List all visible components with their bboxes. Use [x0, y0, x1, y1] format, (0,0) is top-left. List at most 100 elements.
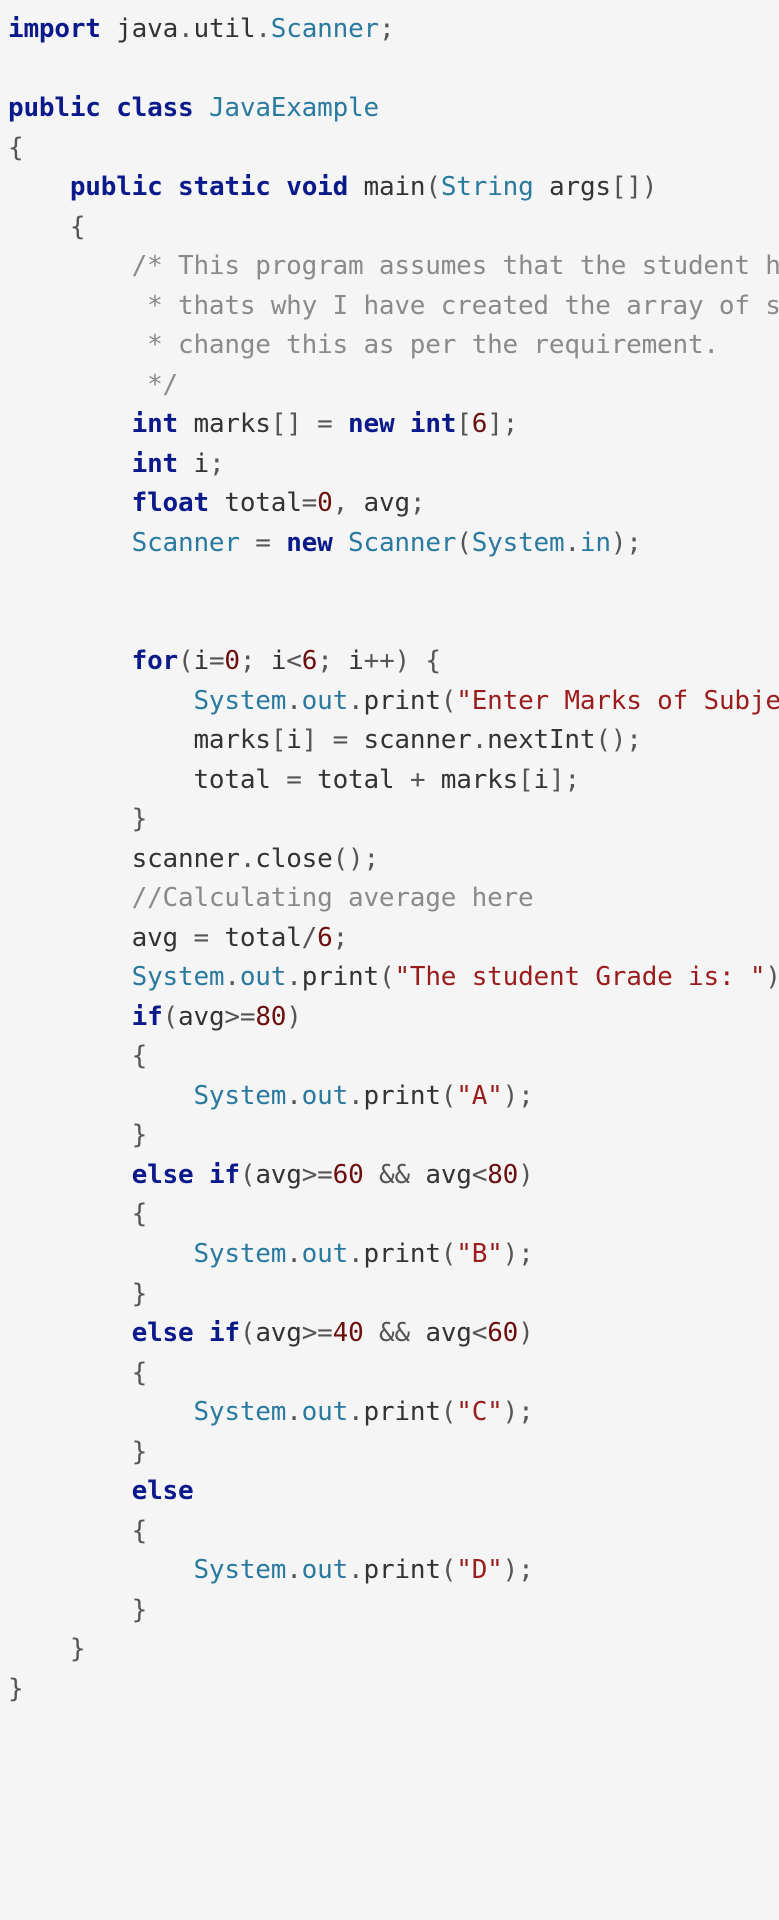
code-token-pun: ;	[240, 646, 271, 676]
code-token-pun: );	[503, 1081, 534, 1111]
code-token-kw: import	[8, 14, 101, 44]
code-token-pun: {	[132, 1041, 147, 1071]
code-token-pun: >=	[224, 1002, 255, 1032]
code-token-num: 80	[487, 1160, 518, 1190]
code-token-fn: scanner	[132, 844, 240, 874]
code-token-pun: .	[472, 725, 487, 755]
code-token-kw: else	[132, 1160, 194, 1190]
code-token-pun: (	[240, 1318, 255, 1348]
code-token-fn: i	[271, 646, 286, 676]
code-token-fn: total	[317, 765, 394, 795]
code-token-pun: .	[286, 686, 301, 716]
code-token-fn: util	[194, 14, 256, 44]
code-token-fn: marks	[193, 409, 270, 439]
code-token-pun: [])	[611, 172, 657, 202]
code-token-pun: [	[518, 765, 533, 795]
code-token-pun: (	[441, 1555, 456, 1585]
code-token-fn: marks	[193, 725, 270, 755]
code-token-pun: [	[271, 725, 286, 755]
code-token-pun: (	[425, 172, 440, 202]
code-token-fn: total	[224, 488, 301, 518]
code-token-fn: scanner	[364, 725, 472, 755]
code-token-str: "A"	[456, 1081, 502, 1111]
code-token-pun: {	[132, 1199, 147, 1229]
code-token-pun: }	[132, 1437, 147, 1467]
code-token-typ: out	[240, 962, 286, 992]
code-token-pun: ,	[333, 488, 364, 518]
code-token-pun: ;	[333, 923, 348, 953]
code-token-pun: <	[472, 1318, 487, 1348]
code-token-fn: avg	[255, 1318, 301, 1348]
code-token-pun: .	[286, 1555, 301, 1585]
code-token-pun: <	[286, 646, 301, 676]
code-token-typ: out	[302, 686, 348, 716]
code-token-typ: Scanner	[271, 14, 379, 44]
code-token-pun: .	[348, 1555, 363, 1585]
code-token-num: 6	[302, 646, 317, 676]
code-token-kw: for	[132, 646, 178, 676]
code-token-fn: close	[255, 844, 332, 874]
code-token-str: "Enter Marks of Subject"	[456, 686, 779, 716]
code-token-pun: )	[518, 1160, 533, 1190]
code-token-fn: java	[116, 14, 178, 44]
code-token-kw: else	[132, 1476, 194, 1506]
code-token-fn: print	[364, 1555, 441, 1585]
code-token-typ: out	[302, 1081, 348, 1111]
code-token-kw: static	[178, 172, 271, 202]
code-token-num: 6	[317, 923, 332, 953]
code-token-fn: total	[193, 765, 270, 795]
code-token-pun: ;	[410, 488, 425, 518]
code-token-pun: /	[302, 923, 317, 953]
code-token-fn: i	[193, 646, 208, 676]
code-token-typ: out	[302, 1397, 348, 1427]
code-token-pun: (	[379, 962, 394, 992]
code-token-pun: [	[456, 409, 471, 439]
code-token-pun: =	[271, 765, 317, 795]
code-token-kw: public	[8, 93, 101, 123]
code-token-cmt: /* This program assumes that the student…	[132, 251, 779, 281]
code-token-typ: System	[472, 528, 565, 558]
code-token-kw: int	[132, 409, 178, 439]
code-token-num: 60	[487, 1318, 518, 1348]
code-token-pun: ] =	[302, 725, 364, 755]
code-token-fn: print	[302, 962, 379, 992]
code-token-pun: (	[441, 686, 456, 716]
code-token-str: "B"	[456, 1239, 502, 1269]
code-token-fn: main	[364, 172, 426, 202]
code-token-cmt: //Calculating average here	[132, 883, 534, 913]
code-token-pun: ();	[333, 844, 379, 874]
code-token-pun: {	[132, 1516, 147, 1546]
code-token-pun: ;	[209, 449, 224, 479]
code-token-pun: .	[286, 1397, 301, 1427]
code-token-fn: nextInt	[487, 725, 595, 755]
code-token-pun: {	[70, 212, 85, 242]
code-token-pun: }	[70, 1634, 85, 1664]
code-token-fn: i	[348, 646, 363, 676]
code-token-pun: .	[255, 14, 270, 44]
code-token-pun: (	[441, 1397, 456, 1427]
code-token-pun: (	[178, 646, 193, 676]
code-token-kw: int	[410, 409, 456, 439]
code-token-pun: ;	[379, 14, 394, 44]
code-token-fn: print	[364, 1081, 441, 1111]
code-token-pun: }	[8, 1674, 23, 1704]
java-code-block: import java.util.Scanner; public class J…	[0, 0, 779, 1719]
code-token-pun: )	[286, 1002, 301, 1032]
code-token-pun: );	[503, 1239, 534, 1269]
code-token-kw: new	[348, 409, 394, 439]
code-token-pun: (	[441, 1081, 456, 1111]
code-token-typ: out	[302, 1239, 348, 1269]
code-token-pun: {	[132, 1358, 147, 1388]
code-token-fn: total	[224, 923, 301, 953]
code-token-cmt: * change this as per the requirement.	[132, 330, 719, 360]
code-token-kw: new	[286, 528, 332, 558]
code-token-pun: ];	[487, 409, 518, 439]
code-token-pun: .	[348, 1081, 363, 1111]
code-token-typ: JavaExample	[209, 93, 379, 123]
code-token-fn: avg	[132, 923, 178, 953]
code-token-pun: .	[286, 1081, 301, 1111]
code-token-pun: +	[394, 765, 440, 795]
code-token-cmt: * thats why I have created the array of …	[132, 291, 779, 321]
code-token-num: 0	[317, 488, 332, 518]
code-token-fn: i	[534, 765, 549, 795]
